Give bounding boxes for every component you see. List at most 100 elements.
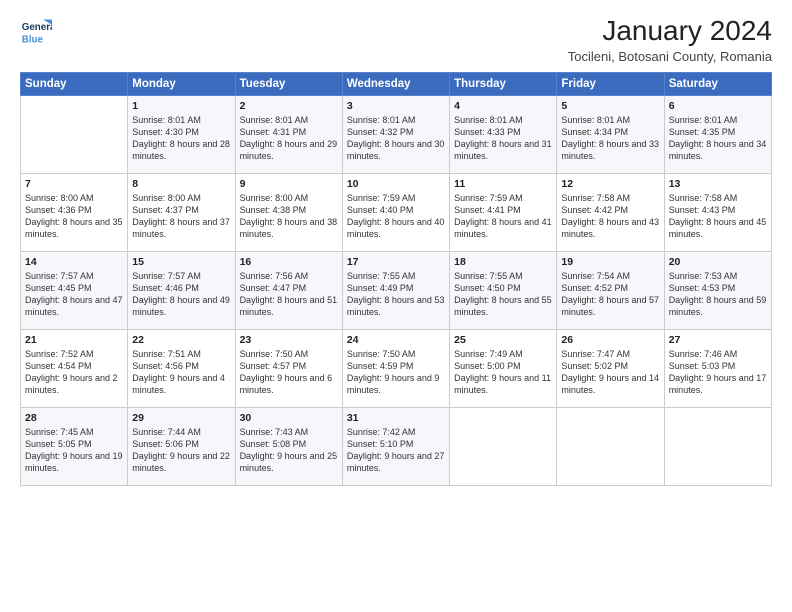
title-block: January 2024 Tocileni, Botosani County, …	[568, 16, 772, 64]
day-cell: 24Sunrise: 7:50 AMSunset: 4:59 PMDayligh…	[342, 329, 449, 407]
day-number: 23	[240, 333, 338, 347]
daylight-text: Daylight: 9 hours and 25 minutes.	[240, 450, 338, 474]
daylight-text: Daylight: 9 hours and 2 minutes.	[25, 372, 123, 396]
sunrise-text: Sunrise: 7:58 AM	[561, 192, 659, 204]
svg-text:Blue: Blue	[22, 35, 44, 46]
col-header-sunday: Sunday	[21, 72, 128, 95]
day-cell	[450, 407, 557, 485]
sunset-text: Sunset: 4:43 PM	[669, 204, 767, 216]
day-cell	[21, 95, 128, 173]
sunset-text: Sunset: 4:54 PM	[25, 360, 123, 372]
header-row: SundayMondayTuesdayWednesdayThursdayFrid…	[21, 72, 772, 95]
page: General Blue January 2024 Tocileni, Boto…	[0, 0, 792, 612]
svg-text:General: General	[22, 22, 52, 33]
sunrise-text: Sunrise: 7:50 AM	[347, 348, 445, 360]
sunset-text: Sunset: 4:47 PM	[240, 282, 338, 294]
day-number: 11	[454, 177, 552, 191]
day-cell: 7Sunrise: 8:00 AMSunset: 4:36 PMDaylight…	[21, 173, 128, 251]
day-cell: 6Sunrise: 8:01 AMSunset: 4:35 PMDaylight…	[664, 95, 771, 173]
sunset-text: Sunset: 5:10 PM	[347, 438, 445, 450]
sunset-text: Sunset: 4:41 PM	[454, 204, 552, 216]
subtitle: Tocileni, Botosani County, Romania	[568, 49, 772, 64]
sunset-text: Sunset: 4:42 PM	[561, 204, 659, 216]
sunrise-text: Sunrise: 7:46 AM	[669, 348, 767, 360]
sunset-text: Sunset: 4:40 PM	[347, 204, 445, 216]
sunrise-text: Sunrise: 7:57 AM	[25, 270, 123, 282]
sunrise-text: Sunrise: 8:01 AM	[454, 114, 552, 126]
sunrise-text: Sunrise: 7:57 AM	[132, 270, 230, 282]
sunset-text: Sunset: 5:00 PM	[454, 360, 552, 372]
day-cell: 15Sunrise: 7:57 AMSunset: 4:46 PMDayligh…	[128, 251, 235, 329]
day-cell: 2Sunrise: 8:01 AMSunset: 4:31 PMDaylight…	[235, 95, 342, 173]
day-number: 8	[132, 177, 230, 191]
sunrise-text: Sunrise: 7:49 AM	[454, 348, 552, 360]
day-number: 22	[132, 333, 230, 347]
sunset-text: Sunset: 5:05 PM	[25, 438, 123, 450]
sunset-text: Sunset: 4:37 PM	[132, 204, 230, 216]
col-header-wednesday: Wednesday	[342, 72, 449, 95]
day-number: 16	[240, 255, 338, 269]
daylight-text: Daylight: 8 hours and 38 minutes.	[240, 216, 338, 240]
day-cell: 16Sunrise: 7:56 AMSunset: 4:47 PMDayligh…	[235, 251, 342, 329]
day-cell: 22Sunrise: 7:51 AMSunset: 4:56 PMDayligh…	[128, 329, 235, 407]
day-number: 14	[25, 255, 123, 269]
day-cell: 19Sunrise: 7:54 AMSunset: 4:52 PMDayligh…	[557, 251, 664, 329]
daylight-text: Daylight: 9 hours and 9 minutes.	[347, 372, 445, 396]
day-cell: 1Sunrise: 8:01 AMSunset: 4:30 PMDaylight…	[128, 95, 235, 173]
daylight-text: Daylight: 8 hours and 28 minutes.	[132, 138, 230, 162]
day-number: 9	[240, 177, 338, 191]
day-cell: 27Sunrise: 7:46 AMSunset: 5:03 PMDayligh…	[664, 329, 771, 407]
day-number: 10	[347, 177, 445, 191]
sunset-text: Sunset: 4:31 PM	[240, 126, 338, 138]
daylight-text: Daylight: 8 hours and 30 minutes.	[347, 138, 445, 162]
sunset-text: Sunset: 4:36 PM	[25, 204, 123, 216]
daylight-text: Daylight: 9 hours and 4 minutes.	[132, 372, 230, 396]
sunrise-text: Sunrise: 7:56 AM	[240, 270, 338, 282]
day-number: 26	[561, 333, 659, 347]
sunrise-text: Sunrise: 7:52 AM	[25, 348, 123, 360]
sunset-text: Sunset: 4:59 PM	[347, 360, 445, 372]
sunrise-text: Sunrise: 8:00 AM	[132, 192, 230, 204]
header: General Blue January 2024 Tocileni, Boto…	[20, 16, 772, 64]
day-cell: 11Sunrise: 7:59 AMSunset: 4:41 PMDayligh…	[450, 173, 557, 251]
day-cell: 18Sunrise: 7:55 AMSunset: 4:50 PMDayligh…	[450, 251, 557, 329]
logo: General Blue	[20, 16, 52, 48]
sunrise-text: Sunrise: 7:55 AM	[454, 270, 552, 282]
sunrise-text: Sunrise: 8:01 AM	[347, 114, 445, 126]
daylight-text: Daylight: 9 hours and 19 minutes.	[25, 450, 123, 474]
sunset-text: Sunset: 4:49 PM	[347, 282, 445, 294]
col-header-saturday: Saturday	[664, 72, 771, 95]
daylight-text: Daylight: 8 hours and 45 minutes.	[669, 216, 767, 240]
week-row-4: 21Sunrise: 7:52 AMSunset: 4:54 PMDayligh…	[21, 329, 772, 407]
sunset-text: Sunset: 4:57 PM	[240, 360, 338, 372]
day-cell: 25Sunrise: 7:49 AMSunset: 5:00 PMDayligh…	[450, 329, 557, 407]
sunrise-text: Sunrise: 7:42 AM	[347, 426, 445, 438]
day-number: 15	[132, 255, 230, 269]
day-cell: 31Sunrise: 7:42 AMSunset: 5:10 PMDayligh…	[342, 407, 449, 485]
calendar-table: SundayMondayTuesdayWednesdayThursdayFrid…	[20, 72, 772, 486]
sunset-text: Sunset: 4:53 PM	[669, 282, 767, 294]
daylight-text: Daylight: 8 hours and 43 minutes.	[561, 216, 659, 240]
sunrise-text: Sunrise: 8:01 AM	[561, 114, 659, 126]
day-number: 6	[669, 99, 767, 113]
sunrise-text: Sunrise: 8:00 AM	[25, 192, 123, 204]
sunrise-text: Sunrise: 7:43 AM	[240, 426, 338, 438]
day-number: 30	[240, 411, 338, 425]
daylight-text: Daylight: 8 hours and 29 minutes.	[240, 138, 338, 162]
day-number: 28	[25, 411, 123, 425]
sunrise-text: Sunrise: 8:01 AM	[240, 114, 338, 126]
sunrise-text: Sunrise: 7:44 AM	[132, 426, 230, 438]
daylight-text: Daylight: 8 hours and 55 minutes.	[454, 294, 552, 318]
day-cell: 21Sunrise: 7:52 AMSunset: 4:54 PMDayligh…	[21, 329, 128, 407]
sunrise-text: Sunrise: 7:58 AM	[669, 192, 767, 204]
sunset-text: Sunset: 5:03 PM	[669, 360, 767, 372]
sunset-text: Sunset: 5:02 PM	[561, 360, 659, 372]
sunrise-text: Sunrise: 7:47 AM	[561, 348, 659, 360]
daylight-text: Daylight: 8 hours and 59 minutes.	[669, 294, 767, 318]
day-number: 1	[132, 99, 230, 113]
sunset-text: Sunset: 4:50 PM	[454, 282, 552, 294]
sunrise-text: Sunrise: 8:01 AM	[669, 114, 767, 126]
day-cell: 3Sunrise: 8:01 AMSunset: 4:32 PMDaylight…	[342, 95, 449, 173]
week-row-1: 1Sunrise: 8:01 AMSunset: 4:30 PMDaylight…	[21, 95, 772, 173]
day-cell: 9Sunrise: 8:00 AMSunset: 4:38 PMDaylight…	[235, 173, 342, 251]
